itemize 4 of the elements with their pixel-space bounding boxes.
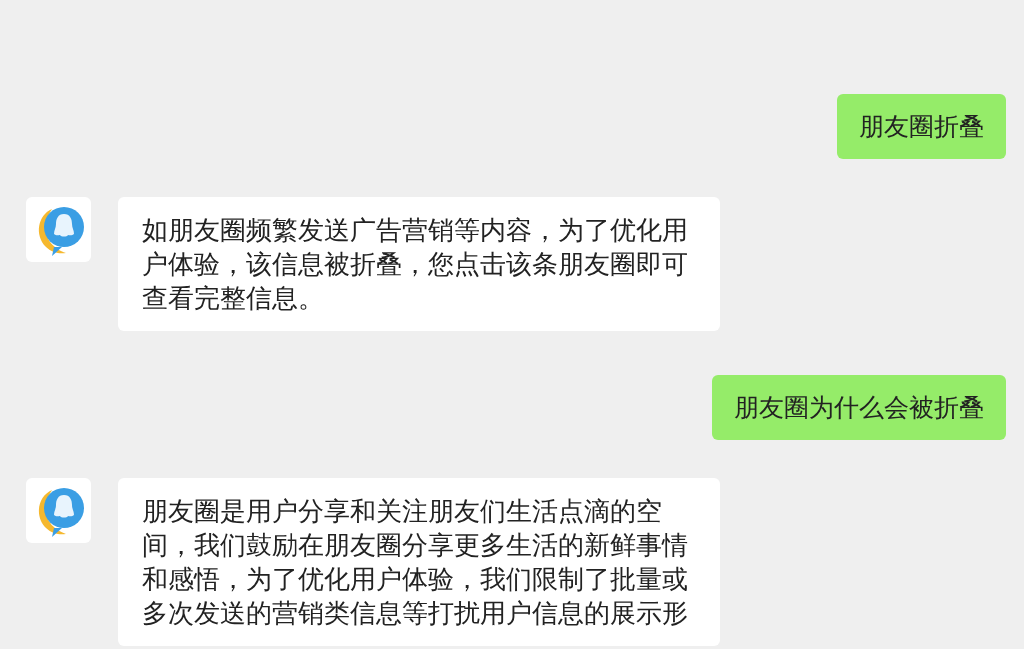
message-bubble: 朋友圈为什么会被折叠 bbox=[712, 375, 1006, 440]
message-bubble: 如朋友圈频繁发送广告营销等内容，为了优化用户体验，该信息被折叠，您点击该条朋友圈即可查看完整信息。 bbox=[118, 197, 720, 331]
message-bubble: 朋友圈折叠 bbox=[837, 94, 1006, 159]
message-bubble: 朋友圈是用户分享和关注朋友们生活点滴的空间，我们鼓励在朋友圈分享更多生活的新鲜事情和感悟，为了优化用户体验，我们限制了批量或多次发送的营销类信息等打扰用户信息的展示形 bbox=[118, 478, 720, 646]
